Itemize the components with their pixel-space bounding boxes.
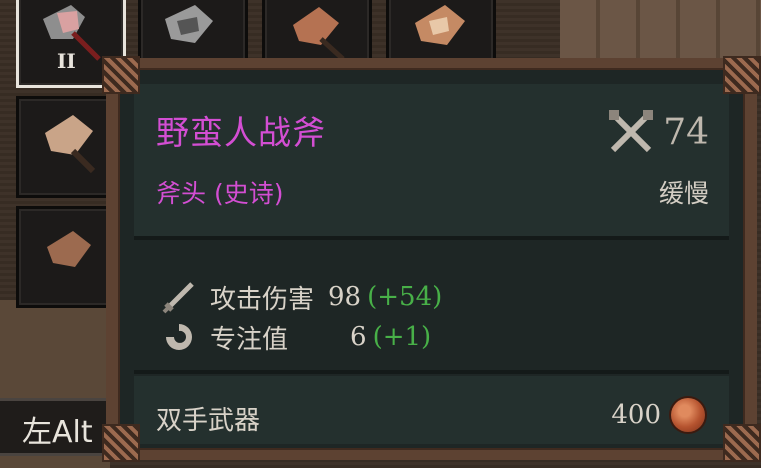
frame-corner — [723, 56, 761, 94]
item-tooltip: 野蛮人战斧 斧头 (史诗) 74 缓慢 攻击伤害 98 (+54) 专注值 6 … — [102, 56, 761, 462]
axe-item-icon — [47, 231, 91, 267]
axe-item-icon — [415, 5, 465, 45]
tooltip-body: 野蛮人战斧 斧头 (史诗) 74 缓慢 攻击伤害 98 (+54) 专注值 6 … — [118, 68, 745, 450]
slot-level-badge: II — [57, 49, 76, 73]
crossed-swords-icon — [609, 110, 654, 153]
sword-icon — [162, 282, 194, 314]
axe-item-icon — [293, 7, 345, 61]
price-value: 400 — [611, 400, 661, 430]
stat-bonus: (+1) — [372, 322, 432, 352]
focus-swirl-icon — [166, 324, 192, 350]
frame-corner — [102, 56, 140, 94]
stat-label: 攻击伤害 — [210, 284, 315, 315]
weapon-type: 双手武器 — [156, 406, 261, 436]
item-name: 野蛮人战斧 — [156, 113, 326, 152]
item-subtitle: 斧头 (史诗) — [156, 179, 284, 208]
frame-corner — [723, 424, 761, 462]
axe-item-icon — [45, 115, 96, 173]
stat-row-focus: 专注值 6 (+1) — [162, 320, 432, 355]
coin-icon — [671, 398, 705, 432]
alt-key-hint: 左Alt — [0, 398, 115, 456]
frame-corner — [102, 424, 140, 462]
divider — [134, 236, 729, 240]
stat-row-attack: 攻击伤害 98 (+54) — [162, 280, 443, 315]
stat-value: 6 — [350, 322, 367, 352]
attack-speed: 缓慢 — [658, 179, 709, 208]
damage-value: 74 — [663, 111, 709, 153]
alt-key-label: 左Alt — [22, 415, 93, 450]
divider — [134, 370, 729, 374]
stat-label: 专注值 — [210, 324, 289, 355]
damage-display: 74 — [607, 108, 709, 156]
price-display: 400 — [611, 398, 705, 432]
stat-value: 98 — [328, 282, 362, 312]
axe-item-icon — [165, 5, 213, 43]
stat-bonus: (+54) — [367, 282, 443, 312]
